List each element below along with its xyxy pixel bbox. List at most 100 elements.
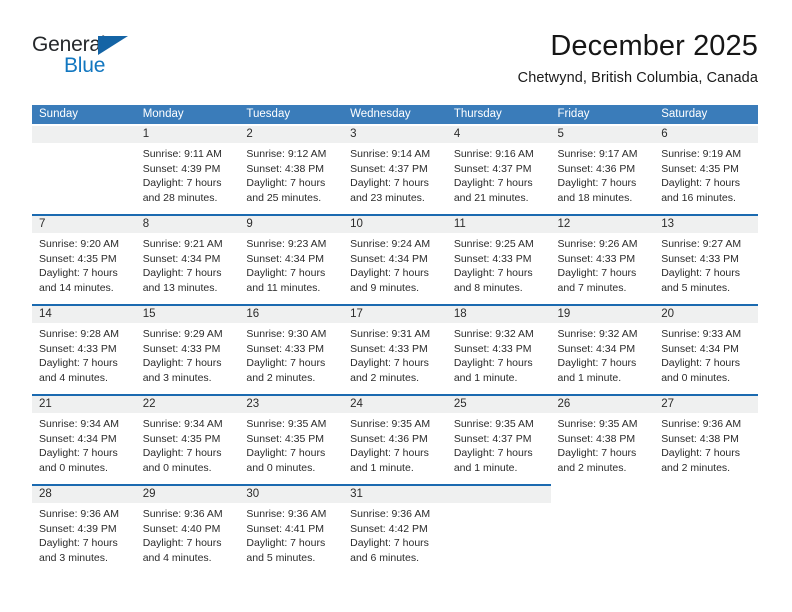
day-details: Sunrise: 9:35 AM Sunset: 4:37 PM Daylight:…	[447, 413, 551, 484]
day-number: 25	[446, 396, 551, 413]
day-detail-line: and 2 minutes.	[557, 461, 627, 474]
day-number: 7	[32, 216, 136, 233]
day-cell[interactable]: 2 Sunrise: 9:12 AM Sunset: 4:38 PM Daylight…	[239, 126, 344, 214]
day-cell[interactable]: 29 Sunrise: 9:36 AM Sunset: 4:40 PM Dayligh…	[135, 486, 240, 574]
day-detail-line: Sunset: 4:38 PM	[661, 432, 739, 445]
day-detail-line: Sunrise: 9:27 AM	[661, 238, 742, 250]
day-cell[interactable]: 28 Sunrise: 9:36 AM Sunset: 4:39 PM Dayligh…	[32, 486, 136, 574]
day-cell[interactable]: 24 Sunrise: 9:35 AM Sunset: 4:36 PM Dayligh…	[343, 396, 447, 484]
day-detail-line: and 1 minute.	[350, 461, 414, 474]
day-number: 8	[135, 216, 240, 233]
day-cell[interactable]: 20 Sunrise: 9:33 AM Sunset: 4:34 PM Dayligh…	[654, 306, 758, 394]
day-detail-line: Daylight: 7 hours	[246, 537, 326, 550]
day-cell[interactable]: 26 Sunrise: 9:35 AM Sunset: 4:38 PM Dayligh…	[550, 396, 655, 484]
calendar-week-row: 21 Sunrise: 9:34 AM Sunset: 4:34 PM Dayligh…	[32, 394, 758, 484]
day-detail-line: Sunset: 4:37 PM	[350, 162, 428, 175]
day-detail-line: and 3 minutes.	[39, 551, 108, 564]
day-detail-line: Daylight: 7 hours	[557, 447, 637, 460]
day-detail-line: Sunset: 4:40 PM	[142, 522, 221, 535]
day-cell[interactable]: 14 Sunrise: 9:28 AM Sunset: 4:33 PM Dayligh…	[32, 306, 136, 394]
day-details: Sunrise: 9:36 AM Sunset: 4:41 PM Daylight:…	[239, 503, 343, 574]
day-detail-line: Sunset: 4:36 PM	[350, 432, 428, 445]
day-detail-line: Sunrise: 9:35 AM	[246, 418, 327, 430]
day-cell[interactable]: 4 Sunrise: 9:16 AM Sunset: 4:37 PM Daylight…	[446, 126, 551, 214]
day-cell[interactable]: 9 Sunrise: 9:23 AM Sunset: 4:34 PM Daylight…	[239, 216, 344, 304]
day-details: Sunrise: 9:29 AM Sunset: 4:33 PM Daylight:…	[136, 323, 240, 394]
day-detail-line: Daylight: 7 hours	[557, 177, 637, 190]
day-details	[654, 503, 758, 574]
day-details: Sunrise: 9:36 AM Sunset: 4:42 PM Daylight:…	[343, 503, 447, 574]
day-cell[interactable]: 23 Sunrise: 9:35 AM Sunset: 4:35 PM Dayligh…	[239, 396, 344, 484]
day-cell[interactable]: 27 Sunrise: 9:36 AM Sunset: 4:38 PM Dayligh…	[654, 396, 758, 484]
day-number: 16	[239, 306, 344, 323]
day-number: 15	[135, 306, 240, 323]
week-cells: 7 Sunrise: 9:20 AM Sunset: 4:35 PM Daylight…	[32, 216, 758, 304]
day-cell[interactable]: 5 Sunrise: 9:17 AM Sunset: 4:36 PM Daylight…	[550, 126, 655, 214]
day-detail-line: Daylight: 7 hours	[453, 357, 533, 370]
day-detail-line: Sunset: 4:34 PM	[557, 342, 636, 355]
day-cell[interactable]: 19 Sunrise: 9:32 AM Sunset: 4:34 PM Dayligh…	[550, 306, 655, 394]
day-detail-line: Daylight: 7 hours	[142, 447, 222, 460]
day-details: Sunrise: 9:33 AM Sunset: 4:34 PM Daylight:…	[654, 323, 758, 394]
day-detail-line: Sunrise: 9:28 AM	[39, 328, 119, 340]
calendar-page: General Blue December 2025 Chetwynd, Bri…	[0, 0, 792, 612]
day-detail-line: and 14 minutes.	[39, 281, 114, 294]
day-detail-line: and 2 minutes.	[246, 371, 316, 384]
day-cell[interactable]: 18 Sunrise: 9:32 AM Sunset: 4:33 PM Dayligh…	[446, 306, 551, 394]
day-cell[interactable]: 10 Sunrise: 9:24 AM Sunset: 4:34 PM Dayligh…	[343, 216, 447, 304]
day-detail-line: Daylight: 7 hours	[350, 357, 429, 370]
day-detail-line: Sunset: 4:36 PM	[557, 162, 636, 175]
weekday-header-wednesday: Wednesday	[350, 108, 411, 120]
day-cell[interactable]: 12 Sunrise: 9:26 AM Sunset: 4:33 PM Dayligh…	[550, 216, 655, 304]
day-detail-line: Sunset: 4:34 PM	[39, 432, 117, 445]
day-cell[interactable]: 13 Sunrise: 9:27 AM Sunset: 4:33 PM Dayligh…	[654, 216, 758, 304]
day-detail-line: Sunset: 4:33 PM	[453, 342, 532, 355]
day-cell[interactable]: 16 Sunrise: 9:30 AM Sunset: 4:33 PM Dayligh…	[239, 306, 344, 394]
day-detail-line: Sunset: 4:35 PM	[142, 432, 221, 445]
day-detail-line: Daylight: 7 hours	[350, 267, 429, 280]
day-cell[interactable]: 15 Sunrise: 9:29 AM Sunset: 4:33 PM Dayligh…	[135, 306, 240, 394]
day-details: Sunrise: 9:34 AM Sunset: 4:34 PM Daylight:…	[32, 413, 136, 484]
day-detail-line: Daylight: 7 hours	[39, 447, 118, 460]
day-detail-line: Daylight: 7 hours	[350, 177, 429, 190]
day-cell[interactable]: 21 Sunrise: 9:34 AM Sunset: 4:34 PM Dayligh…	[32, 396, 136, 484]
day-detail-line: Sunrise: 9:34 AM	[142, 418, 223, 430]
day-detail-line: Sunrise: 9:35 AM	[557, 418, 638, 430]
day-cell[interactable]: 1 Sunrise: 9:11 AM Sunset: 4:39 PM Daylight…	[135, 126, 240, 214]
day-details: Sunrise: 9:36 AM Sunset: 4:40 PM Daylight:…	[136, 503, 240, 574]
day-details	[447, 503, 551, 574]
day-cell[interactable]: 31 Sunrise: 9:36 AM Sunset: 4:42 PM Dayligh…	[343, 486, 447, 574]
day-detail-line: Sunrise: 9:17 AM	[557, 148, 638, 160]
day-detail-line: Sunset: 4:35 PM	[661, 162, 739, 175]
day-detail-line: Sunrise: 9:36 AM	[246, 508, 327, 520]
week-cells: 14 Sunrise: 9:28 AM Sunset: 4:33 PM Dayligh…	[32, 306, 758, 394]
day-number: 10	[343, 216, 447, 233]
day-detail-line: Sunset: 4:33 PM	[142, 342, 221, 355]
day-cell[interactable]: 17 Sunrise: 9:31 AM Sunset: 4:33 PM Dayligh…	[343, 306, 447, 394]
day-details: Sunrise: 9:35 AM Sunset: 4:36 PM Daylight:…	[343, 413, 447, 484]
day-detail-line: Sunrise: 9:16 AM	[453, 148, 534, 160]
day-cell[interactable]: 8 Sunrise: 9:21 AM Sunset: 4:34 PM Daylight…	[135, 216, 240, 304]
weekday-header-friday: Friday	[557, 108, 590, 120]
day-detail-line: Sunrise: 9:29 AM	[142, 328, 223, 340]
day-cell[interactable]: 3 Sunrise: 9:14 AM Sunset: 4:37 PM Daylight…	[343, 126, 447, 214]
day-details: Sunrise: 9:23 AM Sunset: 4:34 PM Daylight:…	[239, 233, 343, 304]
day-cell[interactable]: 30 Sunrise: 9:36 AM Sunset: 4:41 PM Dayligh…	[239, 486, 344, 574]
day-detail-line: and 28 minutes.	[142, 191, 218, 204]
day-detail-line: Sunset: 4:35 PM	[39, 252, 117, 265]
day-details: Sunrise: 9:17 AM Sunset: 4:36 PM Daylight:…	[551, 143, 655, 214]
day-cell[interactable]: 6 Sunrise: 9:19 AM Sunset: 4:35 PM Daylight…	[654, 126, 758, 214]
day-detail-line: Sunset: 4:38 PM	[246, 162, 325, 175]
day-detail-line: Sunrise: 9:30 AM	[246, 328, 327, 340]
day-number: 23	[239, 396, 344, 413]
day-detail-line: Daylight: 7 hours	[453, 267, 533, 280]
day-number: 2	[239, 126, 344, 143]
day-cell[interactable]: 7 Sunrise: 9:20 AM Sunset: 4:35 PM Daylight…	[32, 216, 136, 304]
day-detail-line: Sunset: 4:38 PM	[557, 432, 636, 445]
day-cell[interactable]: 22 Sunrise: 9:34 AM Sunset: 4:35 PM Dayligh…	[135, 396, 240, 484]
day-cell[interactable]: 25 Sunrise: 9:35 AM Sunset: 4:37 PM Dayligh…	[446, 396, 551, 484]
day-number: 9	[239, 216, 344, 233]
day-cell[interactable]: 11 Sunrise: 9:25 AM Sunset: 4:33 PM Dayligh…	[446, 216, 551, 304]
day-cell-empty	[446, 486, 551, 574]
day-number: 14	[32, 306, 136, 323]
